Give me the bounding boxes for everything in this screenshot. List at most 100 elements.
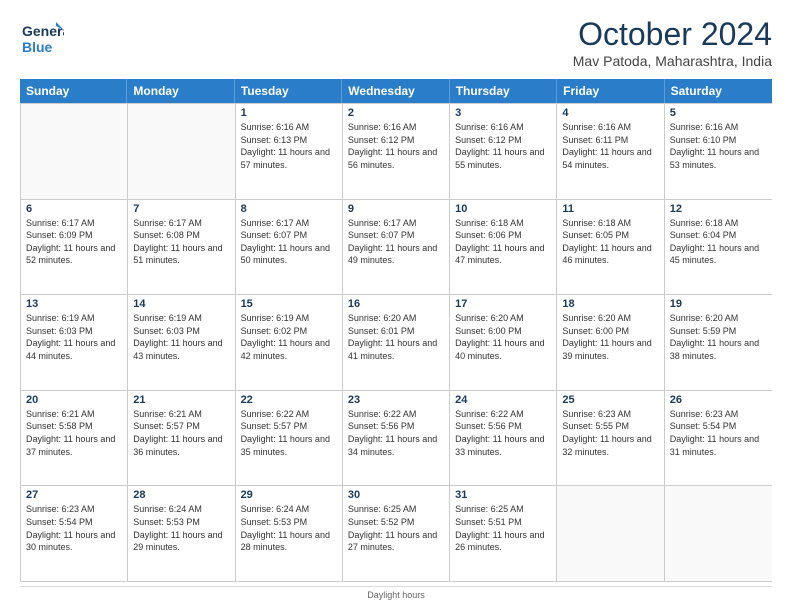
cell-info: Sunrise: 6:17 AMSunset: 6:07 PMDaylight:… — [241, 217, 337, 267]
header: General Blue October 2024 Mav Patoda, Ma… — [20, 16, 772, 69]
cal-cell: 19Sunrise: 6:20 AMSunset: 5:59 PMDayligh… — [665, 295, 772, 390]
cell-info: Sunrise: 6:18 AMSunset: 6:05 PMDaylight:… — [562, 217, 658, 267]
cal-cell: 29Sunrise: 6:24 AMSunset: 5:53 PMDayligh… — [236, 486, 343, 581]
footer-note: Daylight hours — [20, 586, 772, 600]
cal-header-day: Thursday — [450, 79, 557, 103]
day-number: 27 — [26, 489, 122, 501]
cell-info: Sunrise: 6:22 AMSunset: 5:57 PMDaylight:… — [241, 408, 337, 458]
cal-cell: 23 Sunrise: 6:22 AMSunset: 5:56 PMDayligh… — [343, 391, 450, 486]
day-number: 20 — [26, 394, 122, 406]
cell-info: Sunrise: 6:16 AMSunset: 6:11 PMDaylight:… — [562, 121, 658, 171]
cell-info: Sunrise: 6:19 AMSunset: 6:02 PMDaylight:… — [241, 312, 337, 362]
cal-cell: 16Sunrise: 6:20 AMSunset: 6:01 PMDayligh… — [343, 295, 450, 390]
day-number: 21 — [133, 394, 229, 406]
cell-info: Sunrise: 6:20 AMSunset: 6:00 PMDaylight:… — [455, 312, 551, 362]
cal-cell: 22 Sunrise: 6:22 AMSunset: 5:57 PMDayligh… — [236, 391, 343, 486]
cal-cell: 11 Sunrise: 6:18 AMSunset: 6:05 PMDayligh… — [557, 200, 664, 295]
cell-info: Sunrise: 6:22 AMSunset: 5:56 PMDaylight:… — [455, 408, 551, 458]
calendar-body: 1Sunrise: 6:16 AMSunset: 6:13 PMDaylight… — [20, 103, 772, 582]
cell-info: Sunrise: 6:16 AMSunset: 6:13 PMDaylight:… — [241, 121, 337, 171]
cal-week: 27 Sunrise: 6:23 AMSunset: 5:54 PMDayligh… — [21, 486, 772, 582]
cell-info: Sunrise: 6:16 AMSunset: 6:12 PMDaylight:… — [348, 121, 444, 171]
cal-cell: 28 Sunrise: 6:24 AMSunset: 5:53 PMDayligh… — [128, 486, 235, 581]
day-number: 31 — [455, 489, 551, 501]
cell-info: Sunrise: 6:16 AMSunset: 6:10 PMDaylight:… — [670, 121, 767, 171]
cal-header-day: Monday — [127, 79, 234, 103]
cell-info: Sunrise: 6:22 AMSunset: 5:56 PMDaylight:… — [348, 408, 444, 458]
cal-week: 13Sunrise: 6:19 AMSunset: 6:03 PMDayligh… — [21, 295, 772, 391]
cell-info: Sunrise: 6:20 AMSunset: 5:59 PMDaylight:… — [670, 312, 767, 362]
day-number: 22 — [241, 394, 337, 406]
cal-cell: 24 Sunrise: 6:22 AMSunset: 5:56 PMDayligh… — [450, 391, 557, 486]
cal-cell: 8 Sunrise: 6:17 AMSunset: 6:07 PMDaylight… — [236, 200, 343, 295]
day-number: 3 — [455, 107, 551, 119]
day-number: 30 — [348, 489, 444, 501]
month-title: October 2024 — [573, 16, 772, 53]
cal-cell: 14Sunrise: 6:19 AMSunset: 6:03 PMDayligh… — [128, 295, 235, 390]
cal-cell: 31 Sunrise: 6:25 AMSunset: 5:51 PMDayligh… — [450, 486, 557, 581]
day-number: 23 — [348, 394, 444, 406]
cal-cell: 12 Sunrise: 6:18 AMSunset: 6:04 PMDayligh… — [665, 200, 772, 295]
day-number: 15 — [241, 298, 337, 310]
svg-text:Blue: Blue — [22, 39, 53, 55]
calendar-header: SundayMondayTuesdayWednesdayThursdayFrid… — [20, 79, 772, 103]
calendar: SundayMondayTuesdayWednesdayThursdayFrid… — [20, 79, 772, 582]
day-number: 6 — [26, 203, 122, 215]
cal-week: 20 Sunrise: 6:21 AMSunset: 5:58 PMDayligh… — [21, 391, 772, 487]
cell-info: Sunrise: 6:21 AMSunset: 5:58 PMDaylight:… — [26, 408, 122, 458]
cal-cell: 25 Sunrise: 6:23 AMSunset: 5:55 PMDayligh… — [557, 391, 664, 486]
cal-cell: 30 Sunrise: 6:25 AMSunset: 5:52 PMDayligh… — [343, 486, 450, 581]
cal-cell: 4 Sunrise: 6:16 AMSunset: 6:11 PMDaylight… — [557, 104, 664, 199]
cal-cell: 7 Sunrise: 6:17 AMSunset: 6:08 PMDaylight… — [128, 200, 235, 295]
cal-cell: 3 Sunrise: 6:16 AMSunset: 6:12 PMDaylight… — [450, 104, 557, 199]
cell-info: Sunrise: 6:23 AMSunset: 5:55 PMDaylight:… — [562, 408, 658, 458]
cal-cell: 10 Sunrise: 6:18 AMSunset: 6:06 PMDayligh… — [450, 200, 557, 295]
cal-header-day: Wednesday — [342, 79, 449, 103]
day-number: 18 — [562, 298, 658, 310]
day-number: 12 — [670, 203, 767, 215]
cal-week: 1Sunrise: 6:16 AMSunset: 6:13 PMDaylight… — [21, 104, 772, 200]
day-number: 5 — [670, 107, 767, 119]
day-number: 4 — [562, 107, 658, 119]
title-section: October 2024 Mav Patoda, Maharashtra, In… — [573, 16, 772, 69]
location: Mav Patoda, Maharashtra, India — [573, 53, 772, 69]
day-number: 10 — [455, 203, 551, 215]
logo: General Blue — [20, 16, 64, 60]
cal-cell: 5 Sunrise: 6:16 AMSunset: 6:10 PMDaylight… — [665, 104, 772, 199]
cal-cell: 17 Sunrise: 6:20 AMSunset: 6:00 PMDayligh… — [450, 295, 557, 390]
cal-cell: 15 Sunrise: 6:19 AMSunset: 6:02 PMDayligh… — [236, 295, 343, 390]
cell-info: Sunrise: 6:17 AMSunset: 6:08 PMDaylight:… — [133, 217, 229, 267]
cal-cell: 27 Sunrise: 6:23 AMSunset: 5:54 PMDayligh… — [21, 486, 128, 581]
day-number: 14 — [133, 298, 229, 310]
cell-info: Sunrise: 6:25 AMSunset: 5:51 PMDaylight:… — [455, 503, 551, 553]
cell-info: Sunrise: 6:16 AMSunset: 6:12 PMDaylight:… — [455, 121, 551, 171]
cal-cell: 2 Sunrise: 6:16 AMSunset: 6:12 PMDaylight… — [343, 104, 450, 199]
day-number: 8 — [241, 203, 337, 215]
cell-info: Sunrise: 6:20 AMSunset: 6:00 PMDaylight:… — [562, 312, 658, 362]
day-number: 17 — [455, 298, 551, 310]
day-number: 16 — [348, 298, 444, 310]
cal-cell — [665, 486, 772, 581]
cell-info: Sunrise: 6:25 AMSunset: 5:52 PMDaylight:… — [348, 503, 444, 553]
cell-info: Sunrise: 6:21 AMSunset: 5:57 PMDaylight:… — [133, 408, 229, 458]
logo-svg: General Blue — [20, 16, 64, 60]
cal-cell: 18 Sunrise: 6:20 AMSunset: 6:00 PMDayligh… — [557, 295, 664, 390]
day-number: 24 — [455, 394, 551, 406]
cell-info: Sunrise: 6:18 AMSunset: 6:04 PMDaylight:… — [670, 217, 767, 267]
day-number: 11 — [562, 203, 658, 215]
cell-info: Sunrise: 6:23 AMSunset: 5:54 PMDaylight:… — [26, 503, 122, 553]
cal-cell: 20 Sunrise: 6:21 AMSunset: 5:58 PMDayligh… — [21, 391, 128, 486]
day-number: 7 — [133, 203, 229, 215]
cell-info: Sunrise: 6:18 AMSunset: 6:06 PMDaylight:… — [455, 217, 551, 267]
cal-header-day: Sunday — [20, 79, 127, 103]
cal-cell — [557, 486, 664, 581]
cell-info: Sunrise: 6:17 AMSunset: 6:07 PMDaylight:… — [348, 217, 444, 267]
day-number: 25 — [562, 394, 658, 406]
day-number: 28 — [133, 489, 229, 501]
day-number: 9 — [348, 203, 444, 215]
day-number: 2 — [348, 107, 444, 119]
day-number: 29 — [241, 489, 337, 501]
calendar-page: General Blue October 2024 Mav Patoda, Ma… — [0, 0, 792, 612]
cell-info: Sunrise: 6:24 AMSunset: 5:53 PMDaylight:… — [133, 503, 229, 553]
cal-cell: 1Sunrise: 6:16 AMSunset: 6:13 PMDaylight… — [236, 104, 343, 199]
